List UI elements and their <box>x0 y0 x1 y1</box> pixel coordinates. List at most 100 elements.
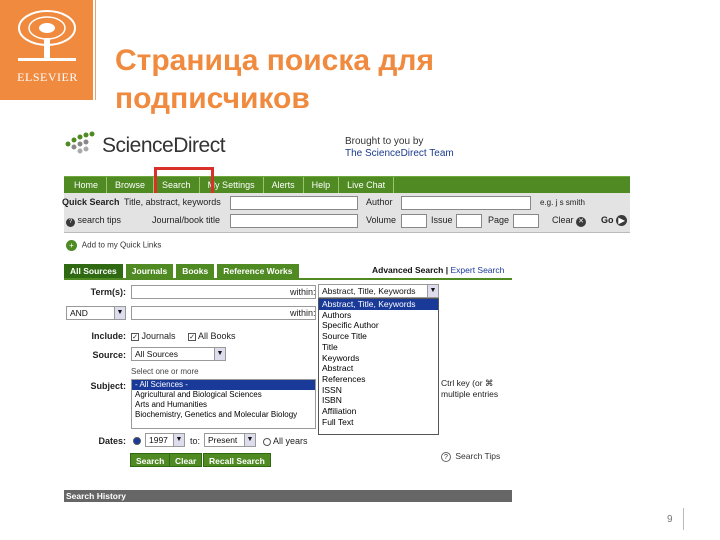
help-icon: ? <box>441 451 451 462</box>
dropdown-option[interactable]: Abstract, Title, Keywords <box>319 299 438 310</box>
quick-links-label: Add to my Quick Links <box>81 240 162 250</box>
issue-input[interactable] <box>456 214 482 228</box>
terms-input-1[interactable] <box>131 285 316 299</box>
search-history-bar[interactable]: Search History <box>64 490 512 502</box>
source-select[interactable]: All Sources ▼ <box>131 347 226 361</box>
subject-listbox[interactable]: - All Sciences - Agricultural and Biolog… <box>131 379 316 429</box>
page-label: Page <box>488 215 510 225</box>
note-line1: Ctrl key (or ⌘ <box>441 378 494 388</box>
search-tips-text: Search Tips <box>455 451 501 461</box>
dropdown-option[interactable]: ISSN <box>319 385 438 396</box>
within-dropdown-list[interactable]: Abstract, Title, Keywords Authors Specif… <box>318 298 439 435</box>
recall-search-button[interactable]: Recall Search <box>203 453 271 467</box>
note-line2: multiple entries <box>441 389 499 399</box>
clear-icon: ✕ <box>576 217 587 227</box>
brought-by: Brought to you by The ScienceDirect Team <box>345 136 454 160</box>
search-mode-links: Advanced Search | Expert Search <box>372 265 504 275</box>
help-icon: ? <box>66 218 75 227</box>
tree-icon <box>18 10 76 61</box>
subject-option[interactable]: - All Sciences - <box>132 380 315 390</box>
subject-option[interactable]: Arts and Humanities <box>132 400 315 410</box>
terms-input[interactable] <box>230 196 358 210</box>
dropdown-option[interactable]: References <box>319 374 438 385</box>
clear-button[interactable]: Clear ✕ <box>552 215 587 227</box>
subject-label: Subject: <box>90 381 126 391</box>
chevron-down-icon: ▼ <box>173 434 184 446</box>
chevron-down-icon: ▼ <box>214 348 225 360</box>
checkbox-checked-icon: ✓ <box>131 332 139 341</box>
quick-search-panel: Quick Search Title, abstract, keywords A… <box>62 193 630 233</box>
elsevier-logo: ELSEVIER <box>0 0 95 100</box>
checkbox-checked-icon: ✓ <box>188 332 196 341</box>
dropdown-option[interactable]: Specific Author <box>319 320 438 331</box>
terms-input-2[interactable] <box>131 306 316 320</box>
add-quick-links[interactable]: + Add to my Quick Links <box>66 240 161 251</box>
sciencedirect-logo[interactable]: ScienceDirect <box>64 130 264 166</box>
volume-label: Volume <box>366 215 397 225</box>
include-journals-checkbox[interactable]: ✓ Journals <box>131 331 176 341</box>
journal-input[interactable] <box>230 214 358 228</box>
tab-all-sources[interactable]: All Sources <box>64 264 123 278</box>
author-input[interactable] <box>401 196 531 210</box>
tab-journals[interactable]: Journals <box>125 264 174 278</box>
dropdown-option[interactable]: Authors <box>319 310 438 321</box>
include-journals-label: Journals <box>141 331 176 341</box>
dropdown-option[interactable]: Abstract <box>319 363 438 374</box>
issue-label: Issue <box>431 215 453 225</box>
dropdown-option[interactable]: Full Text <box>319 417 438 428</box>
include-books-checkbox[interactable]: ✓ All Books <box>188 331 236 341</box>
date-from-value: 1997 <box>149 435 168 445</box>
brought-line2: The ScienceDirect Team <box>345 148 454 159</box>
tab-books[interactable]: Books <box>176 264 215 278</box>
subject-hint: Select one or more <box>131 367 199 376</box>
date-from-select[interactable]: 1997 ▼ <box>145 433 185 447</box>
dropdown-option[interactable]: ISBN <box>319 395 438 406</box>
arrow-right-icon: ▶ <box>616 215 628 226</box>
brand-name: ScienceDirect <box>102 134 226 157</box>
quick-search-label: Quick Search <box>62 197 120 207</box>
radio-range[interactable] <box>133 437 141 445</box>
expert-search-link[interactable]: Expert Search <box>450 265 504 275</box>
date-to-select[interactable]: Present ▼ <box>204 433 256 447</box>
author-hint: e.g. j s smith <box>540 198 585 207</box>
subject-option[interactable]: Biochemistry, Genetics and Molecular Bio… <box>132 410 315 420</box>
date-to-value: Present <box>208 435 238 445</box>
go-label: Go <box>601 215 614 225</box>
dropdown-option[interactable]: Affiliation <box>319 406 438 417</box>
main-nav: Home Browse Search My Settings Alerts He… <box>64 176 630 193</box>
to-label: to: <box>190 436 201 446</box>
search-button[interactable]: Search <box>130 453 171 467</box>
clear-form-button[interactable]: Clear <box>169 453 203 467</box>
nav-alerts[interactable]: Alerts <box>264 177 304 193</box>
tab-reference-works[interactable]: Reference Works <box>217 264 299 278</box>
nav-browse[interactable]: Browse <box>107 177 155 193</box>
logo-text: ELSEVIER <box>17 70 78 84</box>
page-number: 9 <box>667 514 673 525</box>
advanced-search-link[interactable]: Advanced Search <box>372 265 443 275</box>
source-value: All Sources <box>135 349 178 359</box>
dropdown-option[interactable]: Source Title <box>319 331 438 342</box>
operator-select[interactable]: AND ▼ <box>66 306 126 320</box>
dropdown-option[interactable]: Keywords <box>319 353 438 364</box>
subject-option[interactable]: Agricultural and Biological Sciences <box>132 390 315 400</box>
multi-select-note: Ctrl key (or ⌘ multiple entries <box>441 378 498 400</box>
nav-help[interactable]: Help <box>304 177 340 193</box>
tab-underline <box>64 278 512 280</box>
include-books-label: All Books <box>198 331 236 341</box>
within-select-1[interactable]: Abstract, Title, Keywords ▼ <box>318 284 439 298</box>
page-input[interactable] <box>513 214 539 228</box>
include-label: Include: <box>91 331 126 341</box>
dates-label: Dates: <box>98 436 126 446</box>
nav-live-chat[interactable]: Live Chat <box>339 177 395 193</box>
all-years-label: All years <box>273 436 308 446</box>
all-years-radio[interactable]: All years <box>263 436 308 446</box>
search-tips-link[interactable]: ? search tips <box>66 215 121 227</box>
author-label: Author <box>366 197 393 207</box>
clear-label: Clear <box>552 215 574 225</box>
nav-home[interactable]: Home <box>64 177 108 193</box>
volume-input[interactable] <box>401 214 427 228</box>
go-button[interactable]: Go ▶ <box>601 215 628 226</box>
search-tips-link-bottom[interactable]: ? Search Tips <box>441 451 500 462</box>
dropdown-option[interactable]: Title <box>319 342 438 353</box>
chevron-down-icon: ▼ <box>114 307 125 319</box>
